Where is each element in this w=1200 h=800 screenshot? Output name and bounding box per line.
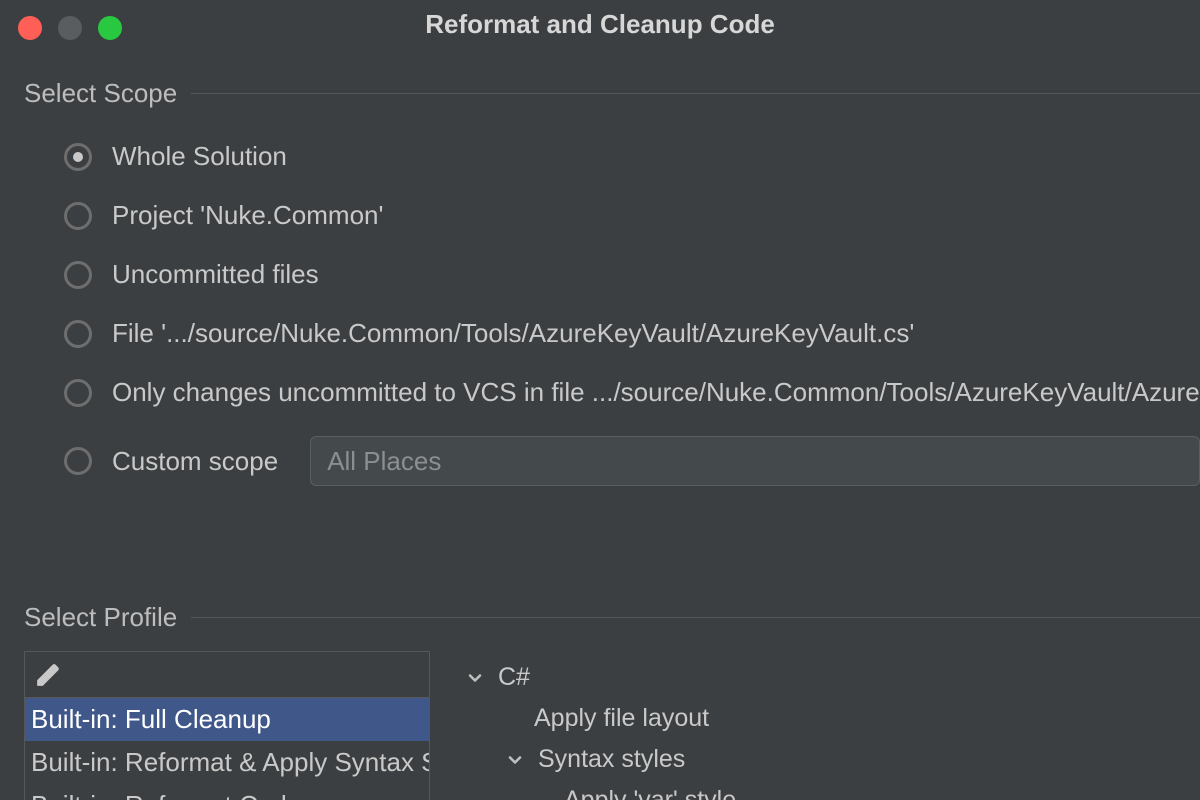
radio-icon <box>64 379 92 407</box>
custom-scope-placeholder: All Places <box>327 446 441 477</box>
close-window-button[interactable] <box>18 16 42 40</box>
radio-label: Only changes uncommitted to VCS in file … <box>112 377 1200 408</box>
radio-label: Custom scope <box>112 446 278 477</box>
profile-item-reformat-code[interactable]: Built-in: Reformat Code <box>25 784 429 800</box>
tree-node-csharp[interactable]: C# <box>464 657 1200 698</box>
radio-label: Whole Solution <box>112 141 287 172</box>
radio-label: Uncommitted files <box>112 259 319 290</box>
radio-label: Project 'Nuke.Common' <box>112 200 383 231</box>
tree-leaf-apply-file-layout[interactable]: Apply file layout <box>464 698 1200 739</box>
profile-list: Built-in: Full Cleanup Built-in: Reforma… <box>25 698 429 800</box>
radio-label: File '.../source/Nuke.Common/Tools/Azure… <box>112 318 914 349</box>
radio-icon <box>64 261 92 289</box>
tree-label: Apply file layout <box>534 704 709 733</box>
radio-icon <box>64 320 92 348</box>
tree-leaf-apply-var-style[interactable]: Apply 'var' style <box>464 780 1200 800</box>
window-controls <box>18 16 122 40</box>
scope-option-file[interactable]: File '.../source/Nuke.Common/Tools/Azure… <box>64 304 1200 363</box>
radio-icon <box>64 202 92 230</box>
select-profile-label: Select Profile <box>24 602 177 633</box>
radio-icon <box>64 143 92 171</box>
tree-label: C# <box>498 663 530 692</box>
select-scope-label: Select Scope <box>24 78 177 109</box>
scope-option-project[interactable]: Project 'Nuke.Common' <box>64 186 1200 245</box>
select-profile-header: Select Profile <box>0 572 1200 633</box>
scope-option-whole-solution[interactable]: Whole Solution <box>64 127 1200 186</box>
maximize-window-button[interactable] <box>98 16 122 40</box>
scope-option-uncommitted-files[interactable]: Uncommitted files <box>64 245 1200 304</box>
profile-item-reformat-syntax[interactable]: Built-in: Reformat & Apply Syntax Style <box>25 741 429 784</box>
profile-list-panel: Built-in: Full Cleanup Built-in: Reforma… <box>24 651 430 800</box>
chevron-down-icon <box>464 668 486 688</box>
tree-label: Apply 'var' style <box>564 786 736 800</box>
scope-options: Whole Solution Project 'Nuke.Common' Unc… <box>0 109 1200 500</box>
profile-item-full-cleanup[interactable]: Built-in: Full Cleanup <box>25 698 429 741</box>
tree-label: Syntax styles <box>538 745 685 774</box>
chevron-down-icon <box>504 750 526 770</box>
titlebar: Reformat and Cleanup Code <box>0 0 1200 48</box>
divider <box>191 93 1200 94</box>
select-scope-header: Select Scope <box>0 48 1200 109</box>
radio-icon <box>64 447 92 475</box>
scope-option-custom[interactable]: Custom scope All Places <box>64 422 1200 500</box>
minimize-window-button[interactable] <box>58 16 82 40</box>
window-title: Reformat and Cleanup Code <box>425 9 775 40</box>
profile-toolbar <box>25 652 429 698</box>
edit-icon[interactable] <box>35 662 61 688</box>
tree-node-syntax-styles[interactable]: Syntax styles <box>464 739 1200 780</box>
profile-detail-tree: C# Apply file layout Syntax styles Apply… <box>464 651 1200 800</box>
scope-option-vcs-changes-in-file[interactable]: Only changes uncommitted to VCS in file … <box>64 363 1200 422</box>
divider <box>191 617 1200 618</box>
custom-scope-select[interactable]: All Places <box>310 436 1200 486</box>
